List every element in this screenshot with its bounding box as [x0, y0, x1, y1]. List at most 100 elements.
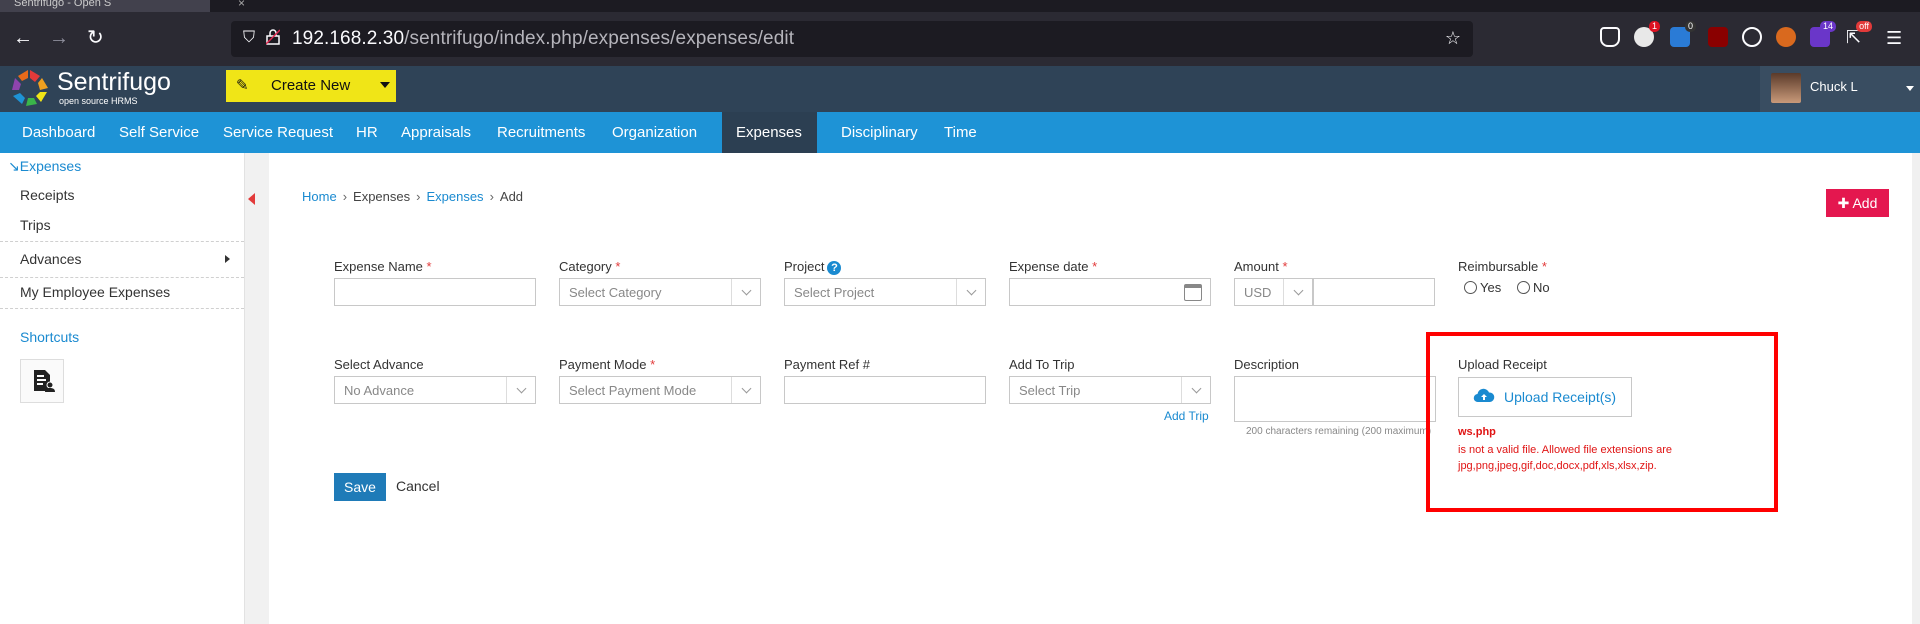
help-icon[interactable]: ? [827, 261, 842, 275]
url-path: /sentrifugo/index.php/expenses/expenses/… [404, 28, 795, 49]
required-marker: * [426, 259, 432, 274]
select-value: No Advance [344, 383, 415, 398]
tab-close-icon[interactable]: × [238, 0, 245, 10]
breadcrumb-home[interactable]: Home [302, 189, 337, 204]
divider [731, 279, 732, 305]
extension-icon[interactable]: ⇱ off [1846, 21, 1872, 47]
browser-tab[interactable]: Sentrifugo - Open S [0, 0, 210, 12]
shortcuts-heading: Shortcuts [20, 329, 80, 345]
calendar-icon[interactable] [1184, 284, 1202, 301]
sidebar: ↘Expenses Receipts Trips Advances My Emp… [0, 153, 245, 624]
menu-time[interactable]: Time [944, 112, 977, 153]
caret-down-icon [1906, 86, 1914, 91]
cookie-icon[interactable] [1742, 27, 1762, 47]
reimbursable-yes-radio[interactable] [1464, 281, 1477, 294]
no-label: No [1533, 280, 1550, 295]
save-button[interactable]: Save [334, 473, 386, 501]
divider [1283, 279, 1284, 305]
label-text: Category [559, 259, 612, 274]
sidebar-item-trips[interactable]: Trips [20, 217, 51, 233]
extension-icon[interactable]: 0 [1670, 21, 1696, 47]
expense-date-input[interactable] [1009, 278, 1211, 306]
description-textarea[interactable] [1234, 376, 1436, 422]
reimbursable-label: Reimbursable * [1458, 259, 1547, 274]
extension-icon[interactable]: 1 [1634, 21, 1660, 47]
chevron-down-icon [741, 383, 752, 394]
extension-badge: 14 [1819, 21, 1836, 32]
divider [506, 377, 507, 403]
advance-select[interactable]: No Advance [334, 376, 536, 404]
logo-tagline: open source HRMS [59, 96, 138, 106]
sidebar-item-my-employee-expenses[interactable]: My Employee Expenses [20, 284, 170, 300]
main-menu: Dashboard Self Service Service Request H… [0, 112, 1920, 153]
extension-icon[interactable]: 14 [1810, 21, 1836, 47]
breadcrumb-current: Add [499, 189, 524, 204]
payment-mode-select[interactable]: Select Payment Mode [559, 376, 761, 404]
amount-label: Amount * [1234, 259, 1288, 274]
bookmark-star-icon[interactable]: ☆ [1445, 28, 1461, 49]
menu-expenses[interactable]: Expenses [722, 112, 817, 153]
forward-icon[interactable]: → [49, 27, 69, 49]
sidebar-item-advances[interactable]: Advances [20, 251, 81, 267]
pocket-icon[interactable] [1600, 27, 1620, 47]
menu-self-service[interactable]: Self Service [119, 112, 199, 153]
description-label: Description [1234, 357, 1300, 372]
reimbursable-no-radio[interactable] [1517, 281, 1530, 294]
select-value: Select Category [569, 285, 662, 300]
create-new-button[interactable]: ✎ Create New [226, 70, 396, 102]
divider [0, 277, 244, 278]
cancel-button[interactable]: Cancel [396, 478, 440, 494]
sidebar-head-expenses[interactable]: ↘Expenses [8, 158, 81, 175]
ublock-icon[interactable] [1708, 27, 1728, 47]
add-button[interactable]: ✚ Add [1826, 189, 1889, 217]
breadcrumb-separator: › [489, 189, 494, 204]
reload-icon[interactable]: ↻ [87, 27, 104, 49]
required-marker: * [650, 357, 656, 372]
menu-appraisals[interactable]: Appraisals [401, 112, 471, 153]
label-text: Payment Mode [559, 357, 647, 372]
pencil-icon: ✎ [236, 77, 249, 94]
menu-hamburger-icon[interactable]: ☰ [1886, 27, 1902, 49]
sidebar-item-receipts[interactable]: Receipts [20, 187, 74, 203]
sidebar-collapse-handle[interactable] [245, 153, 269, 624]
menu-service-request[interactable]: Service Request [223, 112, 333, 153]
currency-select[interactable]: USD [1234, 278, 1313, 306]
sentrifugo-logo-icon[interactable] [9, 68, 51, 108]
menu-organization[interactable]: Organization [612, 112, 697, 153]
menu-disciplinary[interactable]: Disciplinary [841, 112, 918, 153]
lock-icon[interactable] [265, 29, 281, 50]
user-menu[interactable]: Chuck L [1760, 66, 1920, 112]
url-bar[interactable]: ⛉ 192.168.2.30/sentrifugo/index.php/expe… [231, 21, 1473, 57]
chevron-down-icon [966, 285, 977, 296]
shield-icon[interactable]: ⛉ [243, 29, 255, 47]
required-marker: * [1282, 259, 1288, 274]
collapse-arrow-icon[interactable] [248, 193, 255, 205]
fox-extension-icon[interactable] [1776, 27, 1796, 47]
payment-ref-input[interactable] [784, 376, 986, 404]
category-select[interactable]: Select Category [559, 278, 761, 306]
trip-select[interactable]: Select Trip [1009, 376, 1211, 404]
description-hint: 200 characters remaining (200 maximum) [1246, 426, 1432, 437]
amount-input[interactable] [1313, 278, 1435, 306]
back-icon[interactable]: ← [13, 27, 33, 49]
menu-dashboard[interactable]: Dashboard [22, 112, 95, 153]
select-advance-label: Select Advance [334, 357, 424, 372]
extension-badge: off [1856, 21, 1872, 32]
menu-recruitments[interactable]: Recruitments [497, 112, 585, 153]
breadcrumb-expenses-link[interactable]: Expenses [426, 189, 483, 204]
shortcut-tile[interactable] [20, 359, 64, 403]
expense-name-input[interactable] [334, 278, 536, 306]
payment-ref-label: Payment Ref # [784, 357, 870, 372]
avatar [1771, 73, 1801, 103]
add-trip-link[interactable]: Add Trip [1164, 409, 1209, 423]
expense-name-label: Expense Name * [334, 259, 432, 274]
scrollbar[interactable] [1912, 153, 1920, 624]
document-user-icon [34, 370, 55, 392]
select-value: USD [1244, 285, 1272, 300]
menu-hr[interactable]: HR [356, 112, 378, 153]
breadcrumb-separator: › [342, 189, 348, 204]
divider [0, 241, 244, 242]
required-marker: * [615, 259, 621, 274]
project-select[interactable]: Select Project [784, 278, 986, 306]
plus-icon: ✚ [1837, 194, 1850, 211]
